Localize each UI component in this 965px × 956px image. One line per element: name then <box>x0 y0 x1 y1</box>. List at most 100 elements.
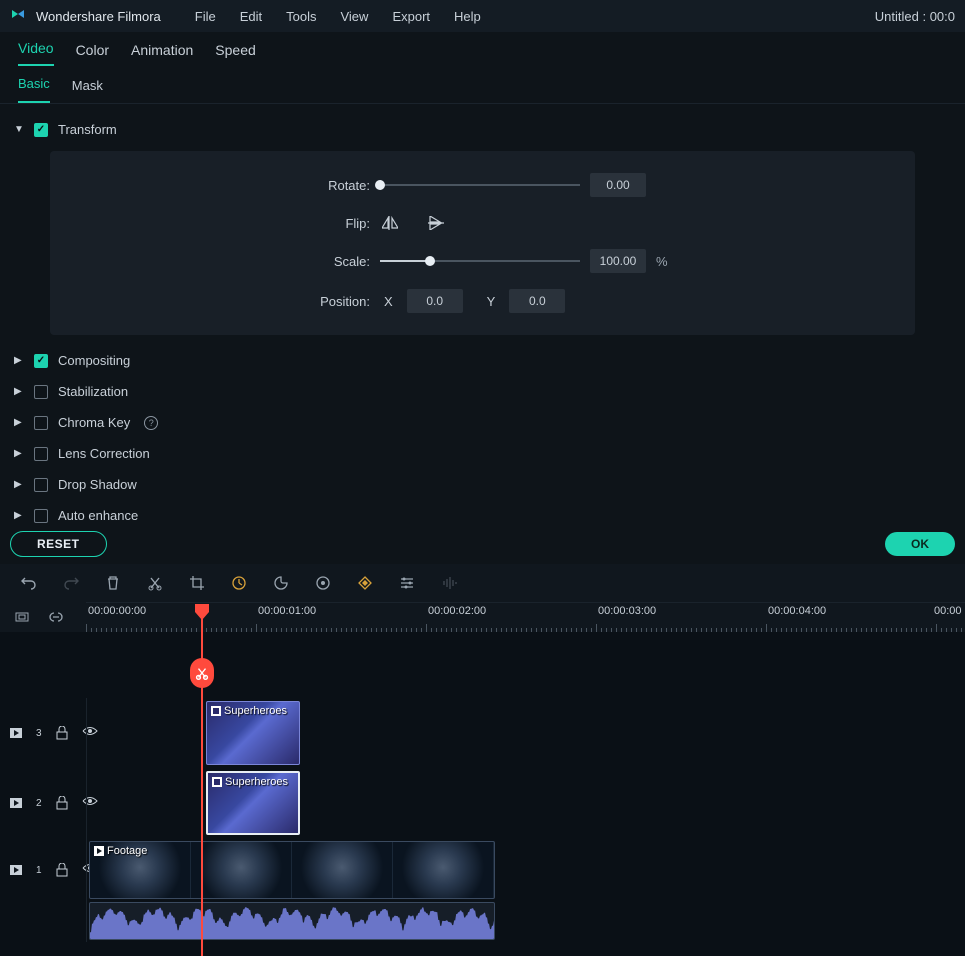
chevron-right-icon[interactable]: ▶ <box>14 479 24 490</box>
transform-panel: Rotate: Flip: Scale: % Position: X <box>50 151 915 335</box>
section-lens-correction[interactable]: ▶ Lens Correction <box>10 438 955 469</box>
tab-speed[interactable]: Speed <box>215 42 255 66</box>
rotate-input[interactable] <box>590 173 646 197</box>
chevron-right-icon[interactable]: ▶ <box>14 386 24 397</box>
flip-label: Flip: <box>90 216 370 231</box>
scale-input[interactable] <box>590 249 646 273</box>
track-type-icon <box>10 728 22 738</box>
lock-icon[interactable] <box>56 726 68 740</box>
menu-export[interactable]: Export <box>392 9 430 24</box>
section-stabilization[interactable]: ▶ Stabilization <box>10 376 955 407</box>
chevron-right-icon[interactable]: ▶ <box>14 510 24 521</box>
section-chroma-key[interactable]: ▶ Chroma Key ? <box>10 407 955 438</box>
track-2: 2 Superheroes <box>0 768 965 838</box>
section-compositing[interactable]: ▶ ✓ Compositing <box>10 345 955 376</box>
menu-file[interactable]: File <box>195 9 216 24</box>
flip-horizontal-icon[interactable] <box>380 213 400 233</box>
rotate-slider[interactable] <box>380 184 580 186</box>
document-title: Untitled : 00:0 <box>875 9 955 24</box>
drop-shadow-checkbox[interactable] <box>34 478 48 492</box>
split-icon[interactable] <box>146 574 164 592</box>
menu-help[interactable]: Help <box>454 9 481 24</box>
track-1: 1 Footage <box>0 838 965 902</box>
chroma-checkbox[interactable] <box>34 416 48 430</box>
tab-video[interactable]: Video <box>18 40 54 66</box>
chevron-right-icon[interactable]: ▶ <box>14 417 24 428</box>
tab-animation[interactable]: Animation <box>131 42 193 66</box>
drop-shadow-label: Drop Shadow <box>58 477 137 492</box>
menu-tools[interactable]: Tools <box>286 9 316 24</box>
scale-label: Scale: <box>90 254 370 269</box>
menu-edit[interactable]: Edit <box>240 9 262 24</box>
app-title: Wondershare Filmora <box>36 9 161 24</box>
flip-vertical-icon[interactable] <box>426 213 446 233</box>
stabilization-label: Stabilization <box>58 384 128 399</box>
ruler-label-2: 00:00:02:00 <box>428 605 486 617</box>
properties-panel: ▼ ✓ Transform Rotate: Flip: Scale: <box>0 104 965 524</box>
speed-icon[interactable] <box>230 574 248 592</box>
clip-audio[interactable] <box>89 902 495 940</box>
lock-icon[interactable] <box>56 796 68 810</box>
reset-button[interactable]: RESET <box>10 531 107 557</box>
lock-icon[interactable] <box>56 863 68 877</box>
scale-unit: % <box>656 254 668 269</box>
track-number: 3 <box>36 728 42 739</box>
rotate-label: Rotate: <box>90 178 370 193</box>
ruler-label-5: 00:00 <box>934 605 962 617</box>
record-icon[interactable] <box>314 574 332 592</box>
undo-icon[interactable] <box>20 574 38 592</box>
scale-slider[interactable] <box>380 260 580 262</box>
clip-footage[interactable]: Footage <box>89 841 495 899</box>
adjust-icon[interactable] <box>398 574 416 592</box>
link-icon[interactable] <box>48 609 64 625</box>
ok-button[interactable]: OK <box>885 532 955 556</box>
chevron-right-icon[interactable]: ▶ <box>14 448 24 459</box>
tab-mask[interactable]: Mask <box>72 78 103 103</box>
crop-icon[interactable] <box>188 574 206 592</box>
ruler-track[interactable]: 00:00:00:00 00:00:01:00 00:00:02:00 00:0… <box>86 602 965 632</box>
tab-color[interactable]: Color <box>76 42 109 66</box>
timeline-zoom-icon[interactable] <box>14 609 30 625</box>
pos-x-label: X <box>384 294 393 309</box>
pos-y-label: Y <box>487 294 496 309</box>
delete-icon[interactable] <box>104 574 122 592</box>
track-type-icon <box>10 865 22 875</box>
cut-indicator-icon[interactable] <box>190 658 214 688</box>
track-1-audio <box>0 902 965 942</box>
color-icon[interactable] <box>272 574 290 592</box>
action-buttons: RESET OK <box>0 524 965 564</box>
section-auto-enhance[interactable]: ▶ Auto enhance <box>10 500 955 524</box>
tab-basic[interactable]: Basic <box>18 76 50 103</box>
section-drop-shadow[interactable]: ▶ Drop Shadow <box>10 469 955 500</box>
secondary-tabs: Basic Mask <box>0 66 965 104</box>
section-transform[interactable]: ▼ ✓ Transform <box>10 114 955 145</box>
chevron-down-icon[interactable]: ▼ <box>14 124 24 135</box>
timeline-tracks: 3 Superheroes 2 Superheroes 1 <box>0 632 965 956</box>
transform-label: Transform <box>58 122 117 137</box>
stabilization-checkbox[interactable] <box>34 385 48 399</box>
keyframe-icon[interactable] <box>356 574 374 592</box>
compositing-checkbox[interactable]: ✓ <box>34 354 48 368</box>
track-3: 3 Superheroes <box>0 698 965 768</box>
clip-superheroes-2[interactable]: Superheroes <box>206 771 300 835</box>
compositing-label: Compositing <box>58 353 130 368</box>
transform-checkbox[interactable]: ✓ <box>34 123 48 137</box>
position-label: Position: <box>90 294 370 309</box>
ruler-label-3: 00:00:03:00 <box>598 605 656 617</box>
ruler-label-4: 00:00:04:00 <box>768 605 826 617</box>
clip-superheroes-1[interactable]: Superheroes <box>206 701 300 765</box>
pos-x-input[interactable] <box>407 289 463 313</box>
timeline-toolbar <box>0 564 965 602</box>
ruler-label-1: 00:00:01:00 <box>258 605 316 617</box>
menu-view[interactable]: View <box>340 9 368 24</box>
lens-checkbox[interactable] <box>34 447 48 461</box>
chevron-right-icon[interactable]: ▶ <box>14 355 24 366</box>
pos-y-input[interactable] <box>509 289 565 313</box>
redo-icon[interactable] <box>62 574 80 592</box>
help-icon[interactable]: ? <box>144 416 158 430</box>
playhead-handle[interactable] <box>195 604 209 620</box>
auto-enhance-checkbox[interactable] <box>34 509 48 523</box>
audio-mixer-icon[interactable] <box>440 574 458 592</box>
chroma-label: Chroma Key <box>58 415 130 430</box>
primary-tabs: Video Color Animation Speed <box>0 32 965 66</box>
